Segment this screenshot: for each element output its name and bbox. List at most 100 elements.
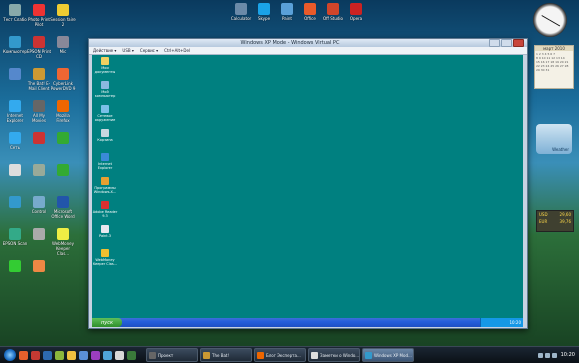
taskbar-app-icon (203, 351, 210, 359)
xp-icon-my-computer[interactable]: Мой компьютер (92, 81, 118, 98)
xp-icon-network[interactable]: Сетевое окружение (92, 105, 118, 122)
menu-action[interactable]: Действие ▾ (93, 48, 116, 53)
maximize-button[interactable] (501, 39, 512, 47)
desktop-icon-epson-print-cd[interactable]: EPSON Print CD (26, 36, 52, 59)
desktop-icon-photo-print-pilot[interactable]: Photo Print Pilot (26, 4, 52, 27)
tray-icon-lang[interactable] (551, 352, 557, 358)
xp-icon-my-documents[interactable]: Мои документы (92, 57, 118, 74)
desktop-icon-1[interactable] (2, 68, 28, 81)
minimize-button[interactable] (489, 39, 500, 47)
menu-ctrl-alt-del[interactable]: Ctrl+Alt+Del (164, 48, 190, 53)
xp-icon-label: Мои документы (94, 66, 116, 74)
xp-icon-adobe-reader[interactable]: Adobe Reader 9.3 (92, 201, 118, 218)
desktop-icon-ie-glyph-icon (9, 100, 21, 112)
desktop-icon-mic[interactable]: Mic (50, 36, 76, 54)
desktop-icon-epson-print-cd-glyph-icon (33, 36, 45, 48)
clock-gadget[interactable] (533, 3, 567, 37)
xp-icon-recycle-bin[interactable]: Корзина (92, 129, 118, 142)
desktop-icon-9[interactable] (2, 260, 28, 273)
desktop-icon-label: Microsoft Office Word (51, 209, 75, 219)
desktop-icon-all-my-movies[interactable]: All My Movies (26, 100, 52, 123)
top-icon-opera[interactable]: Opera (343, 3, 369, 21)
xp-mode-window[interactable]: Windows XP Mode - Windows Virtual PC Дей… (88, 38, 528, 329)
desktop-icon-ie[interactable]: Internet Explorer (2, 100, 28, 123)
xp-icon-paint-glyph-icon (101, 225, 109, 233)
firefox-icon[interactable] (19, 350, 28, 360)
opera-icon[interactable] (31, 350, 40, 360)
quicklaunch-icon-2[interactable] (91, 350, 100, 360)
vm-titlebar[interactable]: Windows XP Mode - Windows Virtual PC (89, 39, 527, 47)
xp-icon-recycle-bin-glyph-icon (101, 129, 109, 137)
desktop-icon-8[interactable] (26, 228, 52, 241)
taskbar-btn-notes[interactable]: Заметки о Windo... (308, 348, 360, 362)
taskbar-app-icon (257, 351, 264, 359)
xp-icon-paint[interactable]: Paint.3 (92, 225, 118, 238)
quicklaunch-icon-4[interactable] (115, 350, 124, 360)
desktop-icon-1-glyph-icon (9, 68, 21, 80)
menu-tools[interactable]: Сервис ▾ (140, 48, 158, 53)
xp-icon-webmoney[interactable]: WebMoney Keeper Clas... (92, 249, 118, 266)
xp-icon-programs[interactable]: Программы Windows-X... (92, 177, 118, 194)
quicklaunch-icon-5[interactable] (127, 350, 136, 360)
desktop-icon-network[interactable]: Сеть (2, 132, 28, 150)
top-icon-office-glyph-icon (304, 3, 316, 15)
desktop-icon-session[interactable]: Session faire 2 (50, 4, 76, 27)
menu-usb[interactable]: USB ▾ (122, 48, 134, 53)
desktop-icon-6[interactable] (50, 164, 76, 177)
desktop-icon-3[interactable] (50, 132, 76, 145)
desktop-icon-firefox[interactable]: Mozilla Firefox (50, 100, 76, 123)
taskbar-btn-thebat[interactable]: The Bat! (200, 348, 252, 362)
xp-icon-my-computer-glyph-icon (101, 81, 109, 89)
desktop-icon-thebat[interactable]: The Bat! E-Mail Client (26, 68, 52, 91)
desktop-icon-word[interactable]: Microsoft Office Word (50, 196, 76, 219)
desktop-icon-2-glyph-icon (33, 132, 45, 144)
desktop-icon-epson-scan[interactable]: EPSON Scan (2, 228, 28, 246)
desktop-icon-2[interactable] (26, 132, 52, 145)
desktop-icon-computer[interactable]: Компьютер (2, 36, 28, 54)
desktop-icon-thebat-glyph-icon (33, 68, 45, 80)
quicklaunch-icon-3[interactable] (103, 350, 112, 360)
taskbar-app-icon (311, 351, 318, 359)
close-button[interactable] (513, 39, 524, 47)
quicklaunch-icon[interactable] (79, 350, 88, 360)
currency-gadget[interactable]: USD 29,60 EUR 39,76 (536, 210, 574, 232)
calendar-gadget[interactable]: март 2010 1 2 3 4 5 6 78 9 10 11 12 13 1… (534, 45, 574, 89)
xp-icon-label: Мой компьютер (94, 90, 116, 98)
xp-clock: 10:20 (509, 320, 521, 325)
tray-icon-volume[interactable] (544, 352, 550, 358)
vm-menubar: Действие ▾ USB ▾ Сервис ▾ Ctrl+Alt+Del (89, 47, 527, 55)
explorer-icon[interactable] (43, 350, 52, 360)
desktop-icon-powerdvd[interactable]: CyberLink PowerDVD 9 (50, 68, 76, 91)
desktop-icon-mic-glyph-icon (57, 36, 69, 48)
desktop-icon-firefox-glyph-icon (57, 100, 69, 112)
taskbar-btn-project[interactable]: Проект (146, 348, 198, 362)
currency-eur-label: EUR (539, 219, 548, 224)
tray-icon-network[interactable] (537, 352, 543, 358)
start-orb[interactable] (4, 349, 16, 361)
taskbar-btn-xpmode[interactable]: Windows XP Mod... (362, 348, 414, 362)
desktop-icon-5[interactable] (26, 164, 52, 177)
desktop-icon-4[interactable] (2, 164, 28, 177)
desktop-icon-label: Тест Слабо (3, 17, 27, 22)
top-icon-paint-glyph-icon (281, 3, 293, 15)
media-icon[interactable] (55, 350, 64, 360)
desktop-icon-label: Сеть (10, 145, 20, 150)
weather-gadget[interactable]: Weather (536, 124, 572, 154)
xp-icon-label: Adobe Reader 9.3 (92, 210, 118, 218)
taskbar-clock[interactable]: 10:20 (561, 352, 575, 358)
desktop-icon-control[interactable]: Control (26, 196, 52, 214)
desktop-icon-webmoney[interactable]: WebMoney Keeper Clas... (50, 228, 76, 256)
taskbar-buttons: Проект The Bat! Блог Эксперта... Заметки о … (144, 348, 414, 362)
xp-icon-label: Корзина (97, 138, 113, 142)
xp-desktop[interactable]: Мои документы Мой компьютер Сетевое окруже… (92, 55, 523, 318)
desktop-icon-10[interactable] (26, 260, 52, 273)
taskbar-btn-blog[interactable]: Блог Эксперта... (254, 348, 306, 362)
desktop-icon-webmoney-glyph-icon (57, 228, 69, 240)
xp-start-button[interactable]: пуск (92, 318, 122, 327)
desktop-icon-test[interactable]: Тест Слабо (2, 4, 28, 22)
xp-icon-ie[interactable]: Internet Explorer (92, 153, 118, 170)
desktop-icon-network-glyph-icon (9, 132, 21, 144)
folder-icon[interactable] (67, 350, 76, 360)
desktop-icon-7[interactable] (2, 196, 28, 209)
taskbar-app-icon (149, 351, 156, 359)
